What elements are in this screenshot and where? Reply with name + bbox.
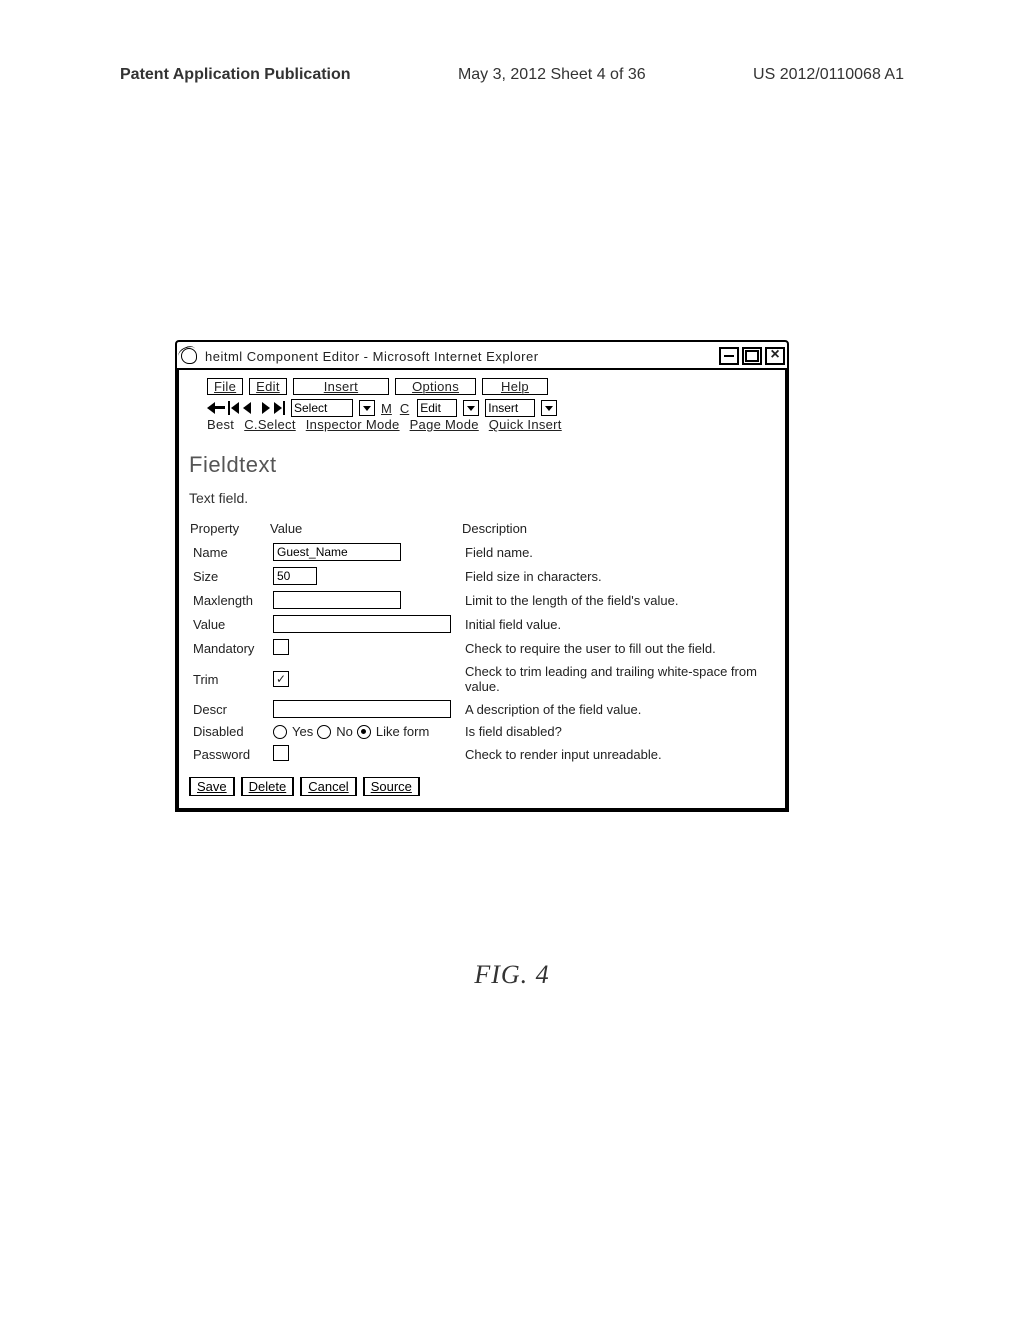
- header-right: US 2012/0110068 A1: [753, 66, 904, 84]
- header-center: May 3, 2012 Sheet 4 of 36: [458, 66, 646, 84]
- prop-desc: Field size in characters.: [461, 564, 775, 588]
- menu-help[interactable]: Help: [482, 378, 548, 395]
- page-header: Patent Application Publication May 3, 20…: [0, 0, 1024, 84]
- source-button[interactable]: Source: [363, 777, 420, 796]
- prop-label: Descr: [189, 697, 269, 721]
- table-row: Size Field size in characters.: [189, 564, 775, 588]
- col-property: Property: [189, 520, 269, 540]
- component-title: Fieldtext: [189, 452, 775, 478]
- prop-label: Size: [189, 564, 269, 588]
- prop-label: Disabled: [189, 721, 269, 742]
- insert-dropdown-input[interactable]: [485, 399, 535, 417]
- disabled-like-radio[interactable]: [357, 725, 371, 739]
- table-row: Trim Check to trim leading and trailing …: [189, 661, 775, 697]
- size-field[interactable]: [273, 567, 317, 585]
- prop-desc: Check to trim leading and trailing white…: [461, 661, 775, 697]
- prop-label: Mandatory: [189, 636, 269, 661]
- toolbar-cselect[interactable]: C.Select: [244, 417, 296, 432]
- col-value: Value: [269, 520, 461, 540]
- maxlength-field[interactable]: [273, 591, 401, 609]
- edit-dropdown-button[interactable]: [463, 400, 479, 416]
- name-field[interactable]: [273, 543, 401, 561]
- menu-edit[interactable]: Edit: [249, 378, 287, 395]
- table-row: Mandatory Check to require the user to f…: [189, 636, 775, 661]
- ie-icon: [181, 348, 197, 364]
- select-dropdown-input[interactable]: [291, 399, 353, 417]
- prop-desc: A description of the field value.: [461, 697, 775, 721]
- edit-dropdown-input[interactable]: [417, 399, 457, 417]
- prop-label: Maxlength: [189, 588, 269, 612]
- disabled-no-radio[interactable]: [317, 725, 331, 739]
- toolbar-page-mode[interactable]: Page Mode: [410, 417, 479, 432]
- menu-insert[interactable]: Insert: [293, 378, 389, 395]
- titlebar: heitml Component Editor - Microsoft Inte…: [177, 342, 787, 368]
- close-button[interactable]: [765, 347, 785, 365]
- trim-checkbox[interactable]: [273, 671, 289, 687]
- prop-desc: Check to render input unreadable.: [461, 742, 775, 767]
- nav-first-icon[interactable]: [228, 402, 240, 414]
- component-subtitle: Text field.: [189, 490, 775, 506]
- table-row: Descr A description of the field value.: [189, 697, 775, 721]
- minimize-button[interactable]: [719, 347, 739, 365]
- nav-last-icon[interactable]: [273, 402, 285, 414]
- table-row: Value Initial field value.: [189, 612, 775, 636]
- select-dropdown-button[interactable]: [359, 400, 375, 416]
- nav-prev-icon[interactable]: [243, 402, 255, 414]
- menu-options[interactable]: Options: [395, 378, 476, 395]
- header-left: Patent Application Publication: [120, 66, 351, 84]
- properties-table: Property Value Description Name Field na…: [189, 520, 775, 767]
- prop-label: Value: [189, 612, 269, 636]
- prop-desc: Check to require the user to fill out th…: [461, 636, 775, 661]
- window-title: heitml Component Editor - Microsoft Inte…: [205, 349, 719, 364]
- prop-desc: Limit to the length of the field's value…: [461, 588, 775, 612]
- col-description: Description: [461, 520, 775, 540]
- back-icon[interactable]: [207, 402, 225, 414]
- table-row: Password Check to render input unreadabl…: [189, 742, 775, 767]
- table-row: Name Field name.: [189, 540, 775, 564]
- toolbar-c-label[interactable]: C: [400, 401, 409, 416]
- menubar: File Edit Insert Options Help: [189, 376, 775, 399]
- nav-next-icon[interactable]: [258, 402, 270, 414]
- table-row: Maxlength Limit to the length of the fie…: [189, 588, 775, 612]
- prop-label: Name: [189, 540, 269, 564]
- app-window: heitml Component Editor - Microsoft Inte…: [175, 340, 789, 812]
- insert-dropdown-button[interactable]: [541, 400, 557, 416]
- figure-label: FIG. 4: [0, 960, 1024, 990]
- disabled-no-label: No: [336, 724, 353, 739]
- prop-label: Password: [189, 742, 269, 767]
- prop-desc: Field name.: [461, 540, 775, 564]
- maximize-button[interactable]: [742, 347, 762, 365]
- menu-file[interactable]: File: [207, 378, 243, 395]
- toolbar-row-2: Best C.Select Inspector Mode Page Mode Q…: [189, 417, 775, 432]
- prop-desc: Is field disabled?: [461, 721, 775, 742]
- descr-field[interactable]: [273, 700, 451, 718]
- prop-desc: Initial field value.: [461, 612, 775, 636]
- toolbar-best[interactable]: Best: [207, 417, 234, 432]
- toolbar-inspector[interactable]: Inspector Mode: [306, 417, 400, 432]
- delete-button[interactable]: Delete: [241, 777, 295, 796]
- disabled-yes-radio[interactable]: [273, 725, 287, 739]
- save-button[interactable]: Save: [189, 777, 235, 796]
- disabled-like-label: Like form: [376, 724, 429, 739]
- toolbar-m-label[interactable]: M: [381, 401, 392, 416]
- disabled-yes-label: Yes: [292, 724, 313, 739]
- toolbar-row-1: M C: [189, 399, 775, 417]
- table-row: Disabled Yes No Like form Is fiel: [189, 721, 775, 742]
- value-field[interactable]: [273, 615, 451, 633]
- prop-label: Trim: [189, 661, 269, 697]
- mandatory-checkbox[interactable]: [273, 639, 289, 655]
- password-checkbox[interactable]: [273, 745, 289, 761]
- cancel-button[interactable]: Cancel: [300, 777, 356, 796]
- toolbar-quick-insert[interactable]: Quick Insert: [489, 417, 562, 432]
- action-buttons: Save Delete Cancel Source: [189, 777, 775, 796]
